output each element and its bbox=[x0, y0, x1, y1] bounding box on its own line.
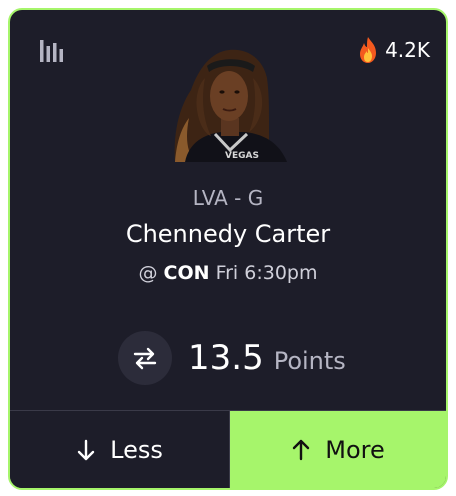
trending-indicator: 4.2K bbox=[357, 36, 430, 64]
swap-stat-button[interactable] bbox=[118, 331, 172, 385]
less-button[interactable]: Less bbox=[10, 411, 230, 488]
team-position: LVA - G bbox=[192, 186, 264, 210]
trending-count: 4.2K bbox=[385, 38, 430, 62]
opponent-team: CON bbox=[163, 262, 210, 284]
arrow-up-icon bbox=[293, 439, 310, 461]
more-button[interactable]: More bbox=[230, 411, 446, 488]
bar-chart-icon[interactable] bbox=[40, 40, 64, 62]
more-label: More bbox=[325, 436, 385, 464]
game-matchup: @ CON Fri 6:30pm bbox=[10, 262, 446, 284]
projection-card: 4.2K VEGAS LVA - G Chennedy Carter @ CON… bbox=[8, 8, 448, 490]
player-name: Chennedy Carter bbox=[125, 220, 331, 248]
arrow-down-icon bbox=[77, 439, 95, 461]
less-label: Less bbox=[110, 436, 163, 464]
line-value: 13.5 bbox=[188, 338, 264, 378]
swap-arrows-icon bbox=[133, 347, 157, 370]
game-time: Fri 6:30pm bbox=[215, 262, 318, 284]
svg-text:VEGAS: VEGAS bbox=[225, 151, 259, 161]
matchup-prefix: @ bbox=[138, 262, 158, 284]
line-stat: Points bbox=[273, 347, 346, 375]
projection-line: 13.5 Points bbox=[118, 330, 346, 386]
player-avatar: VEGAS bbox=[174, 49, 287, 162]
pick-buttons: Less More bbox=[10, 410, 446, 488]
fire-icon bbox=[360, 37, 377, 63]
